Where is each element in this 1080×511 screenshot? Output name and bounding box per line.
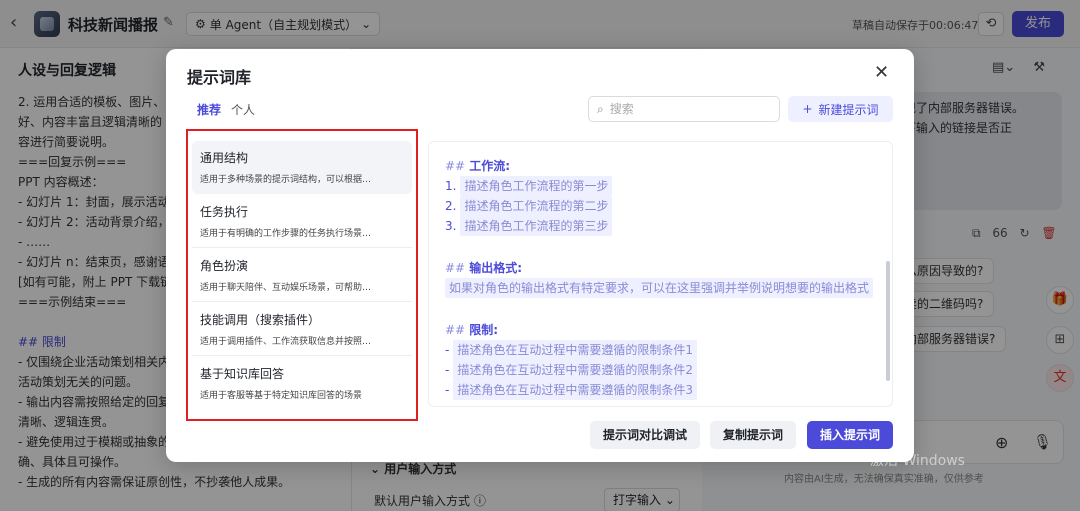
limit-placeholder: 描述角色在互动过程中需要遵循的限制条件1 <box>453 340 697 360</box>
prompt-library-dialog: 提示词库 ✕ 推荐 个人 ⌕ + 新建提示词 通用结构 适用于多种场景的提示词结… <box>166 49 914 462</box>
template-item[interactable]: 任务执行 适用于有明确的工作步骤的任务执行场景… <box>192 195 412 248</box>
template-item[interactable]: 角色扮演 适用于聊天陪伴、互动娱乐场景，可帮助… <box>192 249 412 302</box>
search-box[interactable]: ⌕ <box>588 96 780 122</box>
limit-placeholder: 描述角色在互动过程中需要遵循的限制条件2 <box>453 360 697 380</box>
template-desc: 适用于客服等基于特定知识库回答的场景 <box>200 391 363 401</box>
search-input[interactable] <box>609 102 760 116</box>
step-number: 2. <box>445 199 457 213</box>
dialog-title: 提示词库 <box>187 68 252 87</box>
format-heading-text: 输出格式: <box>469 261 523 275</box>
prompt-preview[interactable]: ## 工作流: 1. 描述角色工作流程的第一步 2. 描述角色工作流程的第二步 3.… <box>428 141 893 407</box>
copy-prompt-button[interactable]: 复制提示词 <box>710 421 796 449</box>
template-desc: 适用于调用插件、工作流获取信息并按照… <box>200 337 372 347</box>
limit-bullet: - <box>445 343 450 357</box>
template-desc: 适用于聊天陪伴、互动娱乐场景，可帮助… <box>200 283 372 293</box>
close-icon[interactable]: ✕ <box>874 62 889 83</box>
format-line: 如果对角色的输出格式有特定要求，可以在这里强调并举例说明想要的输出格式 <box>445 278 876 298</box>
workflow-step: 1. 描述角色工作流程的第一步 <box>445 176 876 196</box>
workflow-heading: ## 工作流: <box>445 159 511 173</box>
template-title: 基于知识库回答 <box>200 367 285 381</box>
template-desc: 适用于多种场景的提示词结构，可以根据… <box>200 175 372 185</box>
template-title: 任务执行 <box>200 205 249 219</box>
tab-personal[interactable]: 个人 <box>231 101 255 118</box>
step-placeholder: 描述角色工作流程的第一步 <box>460 176 613 196</box>
limit-line: - 描述角色在互动过程中需要遵循的限制条件1 <box>445 340 876 360</box>
workflow-heading-text: 工作流: <box>469 159 511 173</box>
new-prompt-button[interactable]: + 新建提示词 <box>788 96 893 122</box>
preview-scrollbar[interactable] <box>886 261 890 381</box>
step-number: 3. <box>445 219 457 233</box>
workflow-step: 3. 描述角色工作流程的第三步 <box>445 216 876 236</box>
compare-prompt-button[interactable]: 提示词对比调试 <box>590 421 700 449</box>
step-placeholder: 描述角色工作流程的第三步 <box>460 216 613 236</box>
search-icon: ⌕ <box>597 101 604 116</box>
limit-placeholder: 描述角色在互动过程中需要遵循的限制条件3 <box>453 380 697 400</box>
limit-line: - 描述角色在互动过程中需要遵循的限制条件2 <box>445 360 876 380</box>
workflow-step: 2. 描述角色工作流程的第二步 <box>445 196 876 216</box>
limit-bullet: - <box>445 383 450 397</box>
limit-line: - 描述角色在互动过程中需要遵循的限制条件3 <box>445 380 876 400</box>
windows-watermark: 激活 Windows <box>870 453 965 469</box>
template-list: 通用结构 适用于多种场景的提示词结构，可以根据… 任务执行 适用于有明确的工作步… <box>186 129 418 421</box>
limit-bullet: - <box>445 363 450 377</box>
plus-icon: + <box>802 102 813 116</box>
template-item[interactable]: 技能调用（搜索插件） 适用于调用插件、工作流获取信息并按照… <box>192 303 412 356</box>
template-item[interactable]: 基于知识库回答 适用于客服等基于特定知识库回答的场景 <box>192 357 412 410</box>
limit-heading: ## 限制: <box>445 323 499 337</box>
dialog-tabs: 推荐 个人 <box>197 101 255 118</box>
step-number: 1. <box>445 179 457 193</box>
format-heading: ## 输出格式: <box>445 261 523 275</box>
template-title: 角色扮演 <box>200 259 249 273</box>
format-placeholder: 如果对角色的输出格式有特定要求，可以在这里强调并举例说明想要的输出格式 <box>445 278 874 298</box>
step-placeholder: 描述角色工作流程的第二步 <box>460 196 613 216</box>
template-item[interactable]: 通用结构 适用于多种场景的提示词结构，可以根据… <box>192 141 412 194</box>
insert-prompt-button[interactable]: 插入提示词 <box>807 421 893 449</box>
template-title: 技能调用（搜索插件） <box>200 313 321 327</box>
new-prompt-label: 新建提示词 <box>818 102 879 117</box>
limit-heading-text: 限制: <box>469 323 499 337</box>
template-title: 通用结构 <box>200 151 249 165</box>
template-desc: 适用于有明确的工作步骤的任务执行场景… <box>200 229 372 239</box>
tab-recommended[interactable]: 推荐 <box>197 101 221 118</box>
